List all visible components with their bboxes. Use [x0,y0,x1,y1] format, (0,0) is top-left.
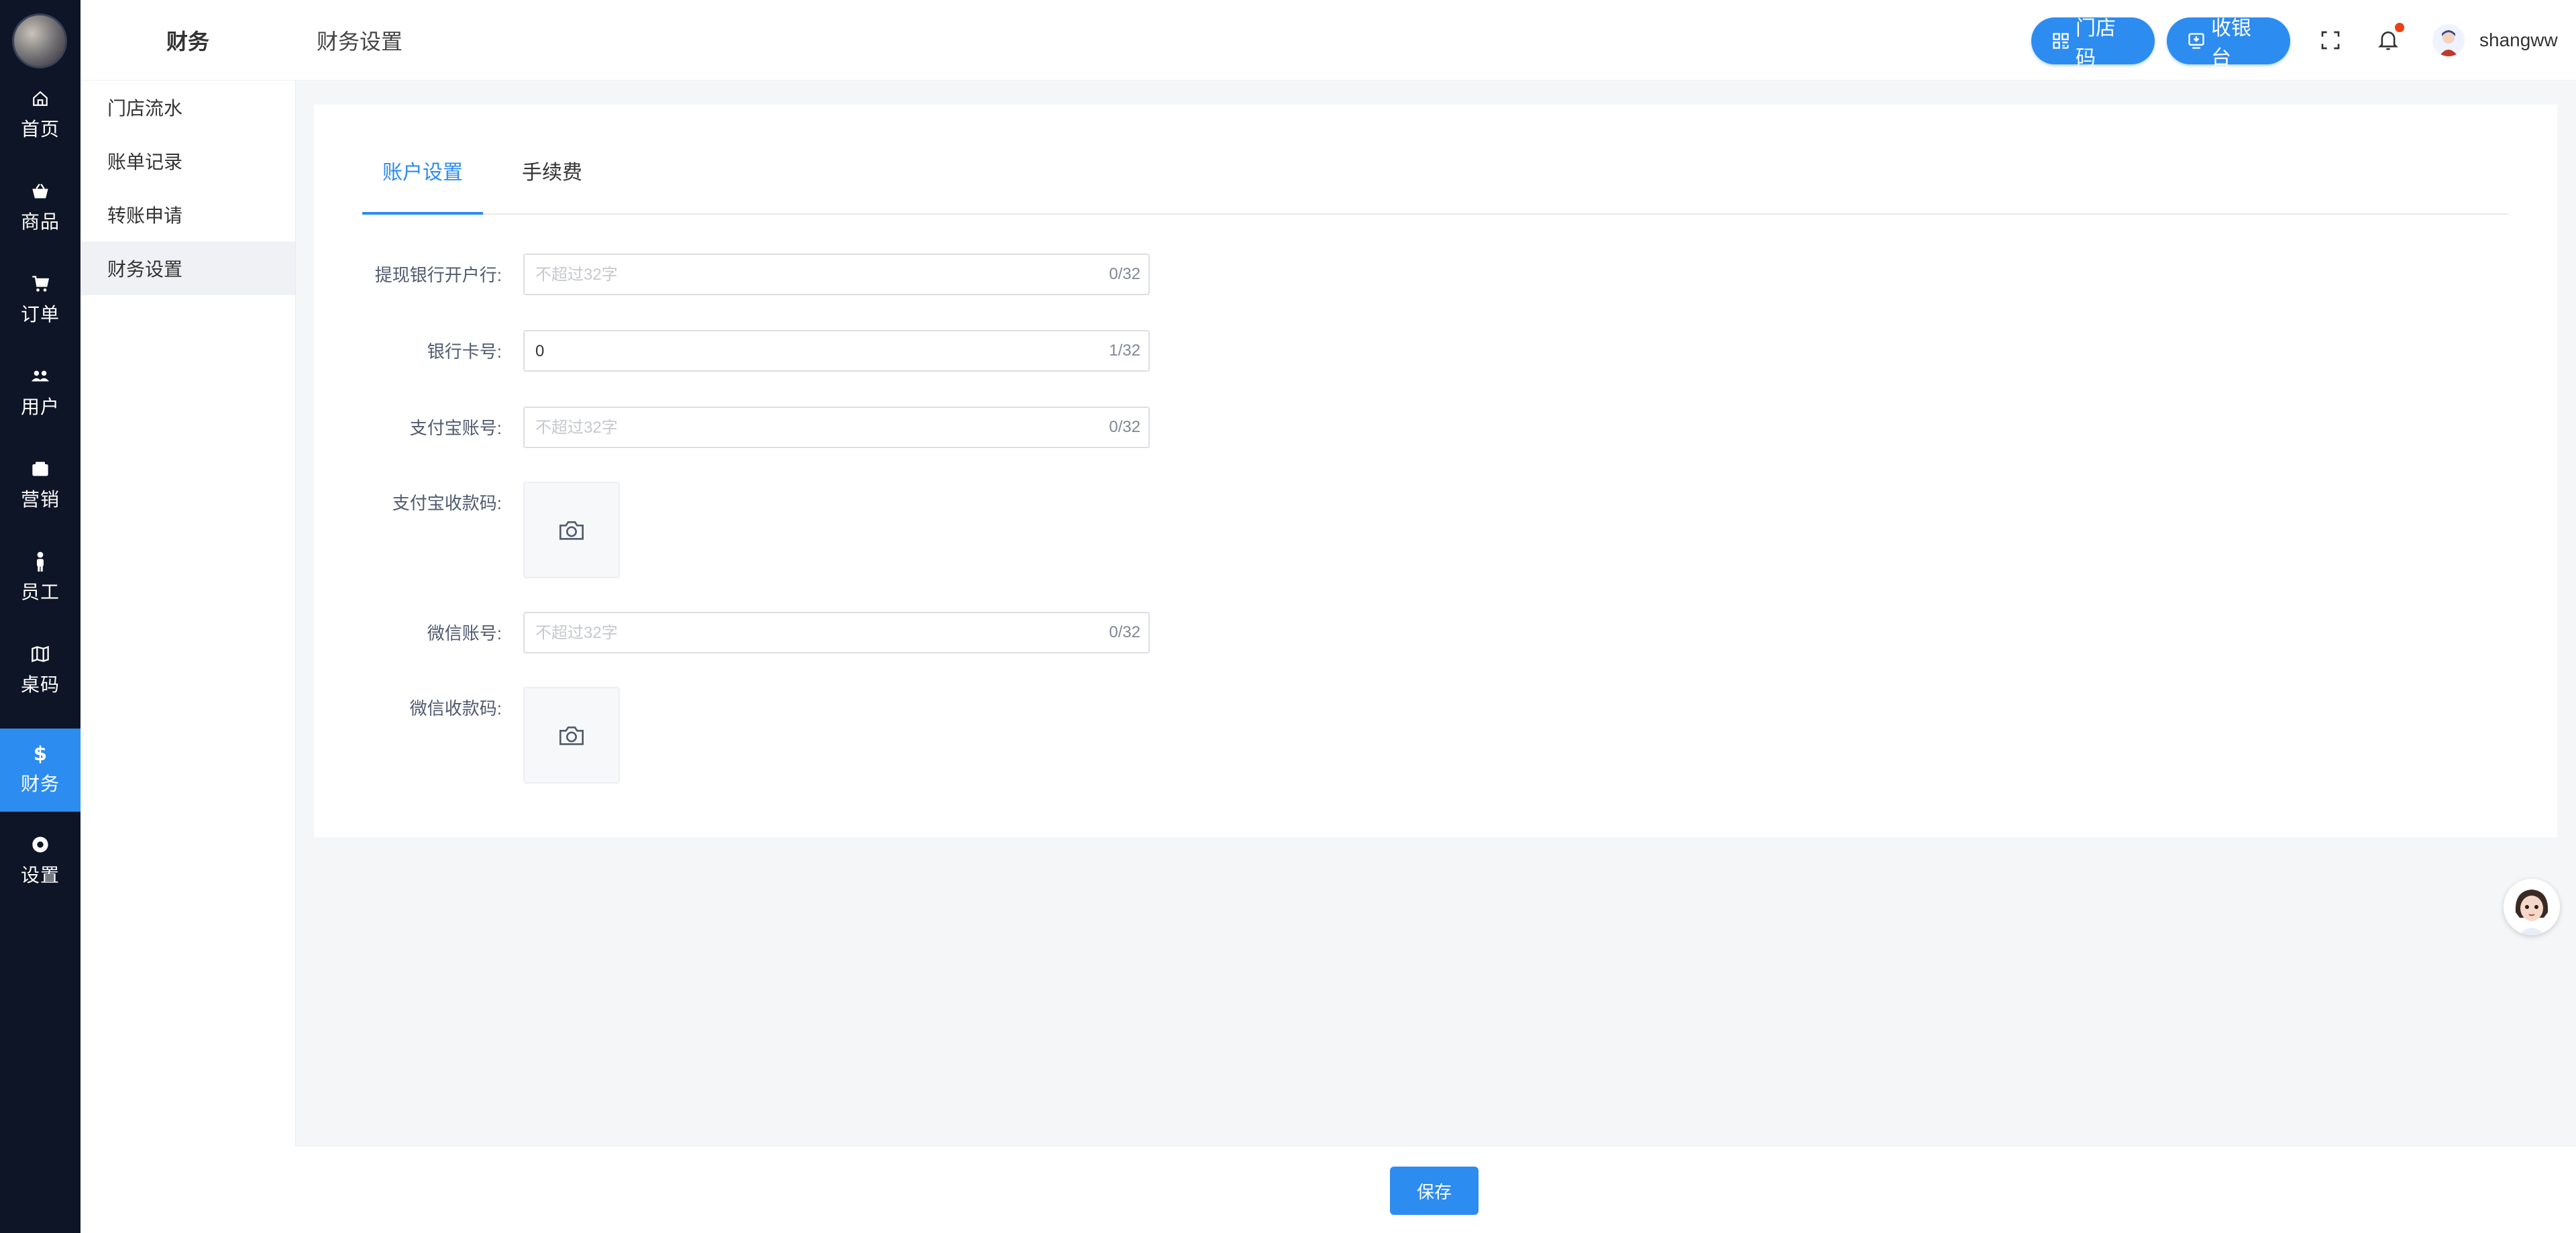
basket-icon [31,182,50,201]
finance-subnav: 财务 门店流水 账单记录 转账申请 财务设置 [80,0,296,1233]
store-code-button[interactable]: 门店码 [2031,17,2155,69]
wechat-qr-upload[interactable] [523,687,620,784]
subnav-item-store-flow[interactable]: 门店流水 [80,81,295,134]
cashier-icon [2187,32,2206,50]
nav-label: 财务 [20,773,60,794]
bank-name-input[interactable] [534,255,1087,295]
top-header: 财务设置 门店码 收银台 shangww [295,0,2576,81]
gear-icon [31,835,50,854]
nav-item-finance[interactable]: $ 财务 [0,729,80,812]
char-counter: 1/32 [1109,341,1140,360]
tab-account-settings[interactable]: 账户设置 [362,127,483,215]
subnav-item-finance-settings[interactable]: 财务设置 [80,242,295,295]
home-icon [31,89,50,108]
form-row-alipay-qr: 支付宝收款码: [314,482,2557,580]
wechat-account-field[interactable]: 0/32 [523,612,1150,653]
cart-icon [31,274,50,293]
alipay-qr-label: 支付宝收款码: [392,493,502,513]
box-icon [31,460,50,478]
users-icon [31,367,50,386]
nav-item-orders[interactable]: 订单 [0,259,80,342]
subnav-title: 财务 [80,0,295,81]
char-counter: 0/32 [1109,265,1140,283]
form-row-alipay-account: 支付宝账号: 0/32 [314,407,2557,449]
nav-item-table-code[interactable]: 桌码 [0,629,80,712]
nav-label: 订单 [20,304,60,325]
nav-label: 用户 [20,396,60,417]
nav-item-settings[interactable]: 设置 [0,820,80,903]
char-counter: 0/32 [1109,418,1140,436]
alipay-account-label: 支付宝账号: [409,418,502,438]
nav-item-home[interactable]: 首页 [0,74,80,157]
camera-icon [559,521,584,540]
settings-card: 账户设置 手续费 提现银行开户行: 0/32 银行卡号: 1/32 支付宝账号:… [314,105,2557,837]
alipay-qr-upload[interactable] [523,482,620,578]
wechat-account-label: 微信账号: [427,623,502,643]
nav-item-users[interactable]: 用户 [0,352,80,435]
tab-bar: 账户设置 手续费 [362,127,2509,215]
grid-icon [2051,32,2070,50]
nav-label: 桌码 [20,674,60,695]
person-icon [31,551,50,572]
wechat-account-input[interactable] [534,613,1087,653]
footer-bar: 保存 [295,1146,2576,1233]
save-button[interactable]: 保存 [1390,1167,1479,1215]
subnav-item-transfer-request[interactable]: 转账申请 [80,188,295,242]
form-row-wechat-qr: 微信收款码: [314,687,2557,785]
bank-card-field[interactable]: 1/32 [523,330,1150,372]
store-avatar[interactable] [12,13,67,68]
breadcrumb: 财务设置 [317,30,403,54]
bank-card-label: 银行卡号: [427,341,502,362]
main-nav-rail: 首页 商品 订单 用户 营销 员工 桌码 $ 财务 设置 [0,0,80,1233]
form-row-wechat-account: 微信账号: 0/32 [314,612,2557,655]
camera-icon [559,727,584,745]
nav-label: 首页 [20,119,60,140]
fullscreen-icon[interactable] [2317,27,2344,54]
nav-item-marketing[interactable]: 营销 [0,444,80,527]
assistant-avatar-button[interactable] [2504,879,2560,935]
username[interactable]: shangww [2479,0,2558,81]
nav-label: 营销 [20,489,60,510]
notification-dot [2395,23,2404,32]
nav-label: 员工 [20,582,60,602]
char-counter: 0/32 [1109,623,1140,641]
store-code-label: 门店码 [2076,17,2116,69]
form-row-bank-card: 银行卡号: 1/32 [314,330,2557,373]
alipay-account-field[interactable]: 0/32 [523,407,1150,448]
alipay-account-input[interactable] [534,408,1087,448]
cashier-button[interactable]: 收银台 [2167,17,2290,69]
subnav-item-bill-records[interactable]: 账单记录 [80,134,295,188]
wechat-qr-label: 微信收款码: [409,698,502,718]
tab-service-fee[interactable]: 手续费 [522,127,582,213]
map-icon [31,645,50,663]
dollar-icon: $ [31,743,50,764]
bank-card-input[interactable] [534,331,1087,372]
svg-text:$: $ [34,743,47,764]
form-row-bank-name: 提现银行开户行: 0/32 [314,254,2557,297]
user-avatar[interactable] [2432,24,2465,56]
bank-name-field[interactable]: 0/32 [523,254,1150,295]
nav-label: 商品 [20,211,60,232]
cashier-label: 收银台 [2211,17,2251,69]
nav-item-products[interactable]: 商品 [0,166,80,250]
nav-label: 设置 [20,865,60,886]
nav-item-staff[interactable]: 员工 [0,537,80,620]
notification-bell-icon[interactable] [2375,23,2404,54]
bank-name-label: 提现银行开户行: [374,265,502,285]
